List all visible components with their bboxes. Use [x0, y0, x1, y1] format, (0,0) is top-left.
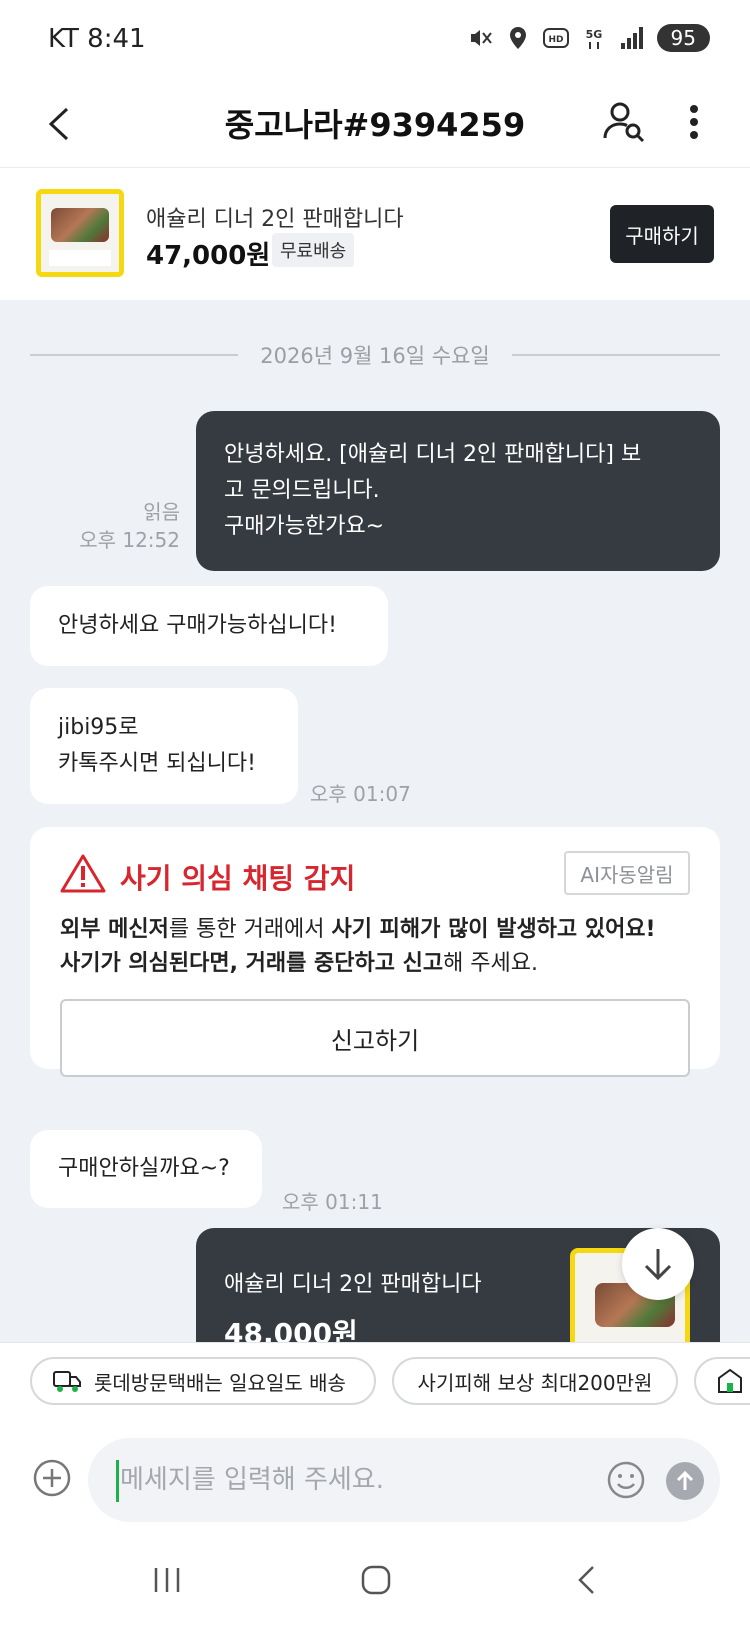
back-icon	[578, 1566, 594, 1594]
incoming-message-bubble[interactable]: jibi95로 카톡주시면 되십니다!	[30, 688, 298, 804]
system-nav-bar	[0, 1536, 750, 1625]
warning-text: 해 주세요.	[443, 951, 539, 976]
home-icon	[361, 1565, 391, 1595]
date-divider: 2026년 9월 16일 수요일	[30, 340, 721, 370]
chat-area[interactable]: 2026년 9월 16일 수요일 읽음 오후 12:52 안녕하세요. [애슐리…	[0, 300, 750, 1342]
mute-vibrate-icon	[470, 30, 492, 46]
message-input-container[interactable]	[88, 1438, 720, 1522]
date-label: 2026년 9월 16일 수요일	[260, 344, 490, 368]
text-caret	[116, 1460, 119, 1502]
emoji-icon[interactable]	[606, 1460, 646, 1500]
quick-info-chips: 롯데방문택배는 일요일도 배송 사기피해 보상 최대200만원	[0, 1342, 750, 1424]
chat-header: 중고나라#9394259	[0, 80, 750, 168]
warning-emphasis: 외부 메신저	[60, 917, 169, 942]
message-line: jibi95로	[58, 715, 139, 740]
message-time: 오후 01:07	[310, 782, 411, 806]
message-meta: 읽음 오후 12:52	[79, 498, 180, 554]
incoming-message-bubble[interactable]: 구매안하실까요~?	[30, 1130, 262, 1208]
message-line: 카톡주시면 되십니다!	[58, 751, 256, 776]
user-search-icon	[603, 102, 645, 143]
warning-text: 를 통한 거래에서	[168, 917, 332, 942]
message-time: 오후 12:52	[79, 528, 180, 552]
incoming-message-bubble[interactable]: 안녕하세요 구매가능하십니다!	[30, 586, 388, 666]
product-summary-bar[interactable]: 애슐리 디너 2인 판매합니다 47,000원 무료배송 구매하기	[0, 169, 750, 299]
message-line: 안녕하세요. [애슐리 디너 2인 판매합니다] 보	[224, 442, 642, 467]
send-button[interactable]	[666, 1462, 704, 1500]
arrow-up-icon	[676, 1470, 694, 1490]
product-image-label	[49, 250, 111, 266]
my-message-bubble[interactable]: 안녕하세요. [애슐리 디너 2인 판매합니다] 보 고 문의드립니다. 구매가…	[196, 411, 720, 571]
svg-text:HD: HD	[548, 35, 563, 45]
location-icon	[509, 27, 526, 49]
carrier-time: KT 8:41	[48, 24, 146, 54]
message-time: 오후 01:11	[282, 1190, 383, 1214]
message-input[interactable]	[120, 1458, 560, 1502]
product-title: 애슐리 디너 2인 판매합니다	[146, 207, 404, 232]
recent-apps-button[interactable]	[137, 1558, 197, 1602]
warning-title: 사기 의심 채팅 감지	[120, 862, 356, 895]
chip-safe-trade[interactable]	[694, 1357, 750, 1405]
chip-label: 사기피해 보상 최대200만원	[417, 1370, 653, 1395]
warning-triangle-icon	[60, 854, 106, 893]
svg-text:5G: 5G	[585, 28, 602, 41]
signal-icon	[620, 27, 643, 49]
warning-body: 외부 메신저를 통한 거래에서 사기 피해가 많이 발생하고 있어요! 사기가 …	[60, 913, 680, 981]
divider-line-right	[511, 354, 721, 356]
5g-icon: 5G	[585, 28, 602, 49]
system-back-button[interactable]	[556, 1558, 616, 1602]
product-card-title: 애슐리 디너 2인 판매합니다	[224, 1272, 482, 1297]
fraud-warning-card: 사기 의심 채팅 감지 AI자동알림 외부 메신저를 통한 거래에서 사기 피해…	[30, 827, 720, 1077]
arrow-down-icon	[644, 1249, 672, 1281]
product-card-price: 48,000원	[224, 1317, 358, 1342]
chip-fraud-compensation[interactable]: 사기피해 보상 최대200만원	[392, 1357, 678, 1405]
message-line: 구매안하실까요~?	[58, 1156, 230, 1181]
read-status: 읽음	[143, 500, 180, 524]
user-profile-button[interactable]	[596, 94, 652, 150]
chip-lotte-delivery[interactable]: 롯데방문택배는 일요일도 배송	[30, 1357, 376, 1405]
product-image	[51, 208, 109, 242]
scroll-to-bottom-button[interactable]	[622, 1228, 694, 1300]
product-price: 47,000원	[146, 241, 271, 271]
message-composer	[0, 1424, 750, 1536]
delivery-truck-icon	[53, 1371, 81, 1392]
report-button[interactable]: 신고하기	[60, 999, 690, 1077]
hd-icon: HD	[542, 28, 569, 48]
recent-apps-icon	[154, 1568, 180, 1592]
product-thumbnail[interactable]	[36, 189, 124, 277]
divider-line-left	[30, 354, 239, 356]
more-vertical-icon	[690, 105, 698, 139]
free-shipping-badge: 무료배송	[272, 233, 355, 267]
chip-label: 롯데방문택배는 일요일도 배송	[94, 1370, 346, 1395]
status-icons: HD 5G 95	[467, 24, 710, 52]
buy-button[interactable]: 구매하기	[610, 205, 714, 263]
message-line: 구매가능한가요~	[224, 514, 385, 539]
message-line: 안녕하세요 구매가능하십니다!	[58, 613, 337, 638]
battery-icon: 95	[656, 24, 710, 52]
message-line: 고 문의드립니다.	[224, 478, 380, 503]
add-attachment-button[interactable]	[32, 1458, 72, 1498]
home-button[interactable]	[346, 1558, 406, 1602]
shield-house-icon	[718, 1368, 742, 1393]
status-bar: KT 8:41 HD 5G 95	[0, 0, 750, 80]
ai-auto-alert-badge: AI자동알림	[564, 851, 690, 895]
more-options-button[interactable]	[674, 94, 714, 150]
